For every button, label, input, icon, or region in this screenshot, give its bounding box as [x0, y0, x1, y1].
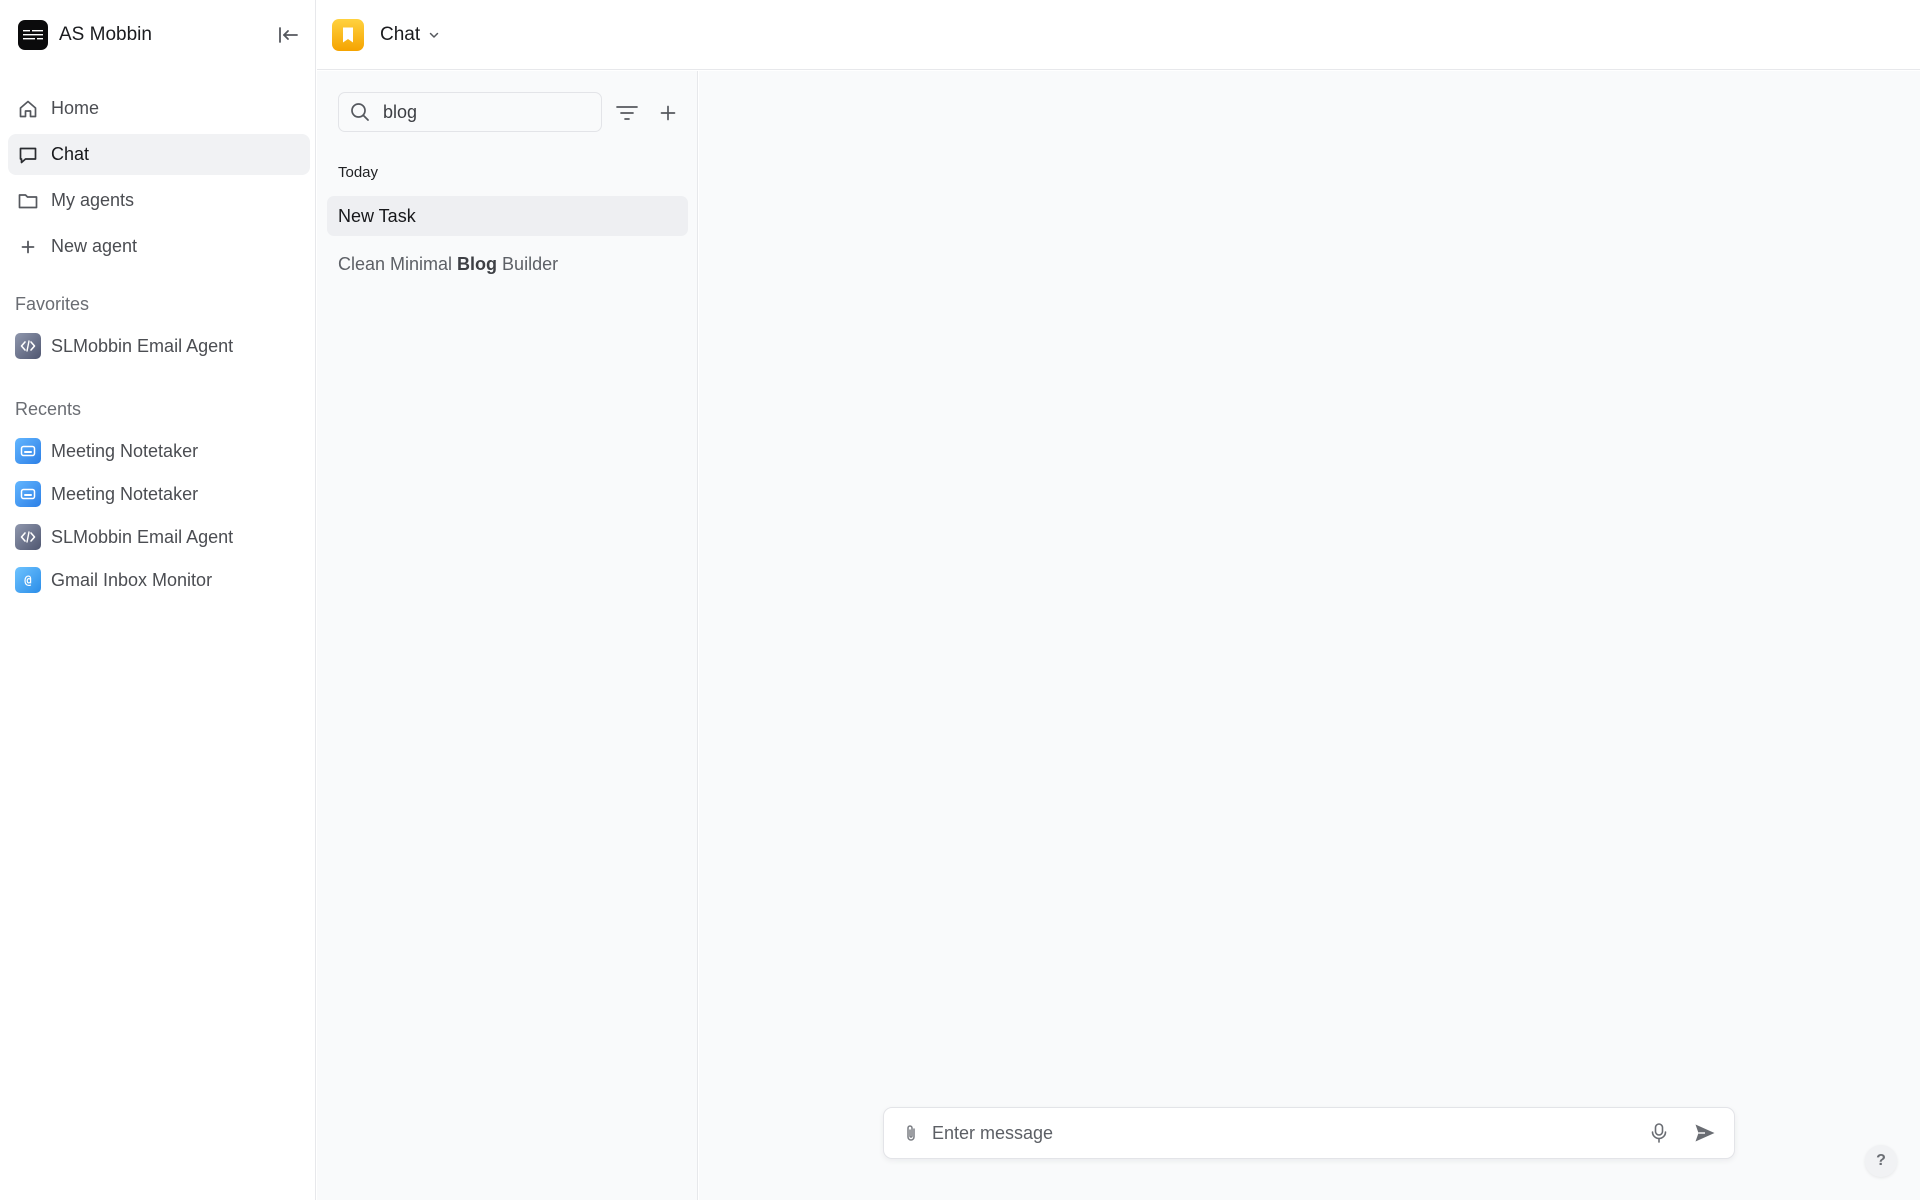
primary-nav: Home Chat My agents New agent [8, 88, 310, 272]
chat-bubble-icon [16, 143, 40, 167]
nav-item-chat[interactable]: Chat [8, 134, 310, 175]
workspace-name: AS Mobbin [59, 24, 152, 45]
nav-item-my-agents[interactable]: My agents [8, 180, 310, 221]
meeting-icon [15, 438, 41, 464]
folder-icon [16, 189, 40, 213]
conversation-group-label: Today [338, 164, 379, 181]
bookmark-icon [332, 18, 364, 51]
favorites-heading: Favorites [15, 294, 90, 314]
nav-item-home[interactable]: Home [8, 88, 310, 129]
code-icon [15, 333, 41, 359]
recent-item[interactable]: Meeting Notetaker [8, 432, 310, 470]
help-icon: ? [1876, 1152, 1886, 1169]
new-conversation-button[interactable] [654, 99, 682, 127]
nav-item-new-agent[interactable]: New agent [8, 226, 310, 267]
favorite-item[interactable]: SLMobbin Email Agent [8, 327, 310, 365]
microphone-icon[interactable] [1644, 1118, 1674, 1148]
search-match-highlight: Blog [457, 253, 498, 274]
conversation-title-prefix: Clean Minimal [338, 253, 458, 274]
favorite-item-label: SLMobbin Email Agent [51, 335, 234, 356]
recents-list: Meeting Notetaker Meeting Notetaker SLMo… [8, 432, 310, 604]
help-button[interactable]: ? [1865, 1145, 1897, 1177]
recent-item-label: Gmail Inbox Monitor [51, 569, 213, 590]
chat-area: ? [699, 71, 1920, 1200]
workspace-logo-mark [23, 30, 43, 40]
recents-heading: Recents [15, 399, 82, 419]
workspace-logo [18, 20, 48, 50]
collapse-sidebar-button[interactable] [274, 21, 302, 49]
sidebar: AS Mobbin Home Chat My agents New agent … [0, 0, 316, 1200]
nav-item-label: Chat [51, 144, 90, 164]
conversation-item[interactable]: New Task [327, 196, 688, 236]
plus-icon [660, 105, 676, 121]
recent-item-label: Meeting Notetaker [51, 440, 199, 461]
chevron-down-icon[interactable] [428, 29, 440, 41]
filter-button[interactable] [613, 99, 641, 127]
conversation-panel: Today New Task Clean Minimal Blog Builde… [317, 71, 698, 1200]
conversation-item[interactable]: Clean Minimal Blog Builder [327, 244, 688, 284]
nav-item-label: My agents [51, 190, 135, 210]
search-icon [349, 101, 371, 123]
home-icon [16, 97, 40, 121]
recent-item-label: SLMobbin Email Agent [51, 526, 234, 547]
plus-icon [16, 235, 40, 259]
top-bar: Chat [317, 0, 1920, 70]
send-icon[interactable] [1690, 1118, 1720, 1148]
conversation-title-suffix: Builder [497, 253, 559, 274]
at-sign-icon: @ [15, 567, 41, 593]
code-icon [15, 524, 41, 550]
message-input[interactable] [930, 1121, 1644, 1145]
page-title[interactable]: Chat [380, 24, 420, 46]
conversation-title: New Task [338, 205, 416, 226]
nav-item-label: New agent [51, 236, 138, 256]
filter-icon [616, 106, 638, 120]
collapse-left-icon [279, 27, 298, 43]
nav-item-label: Home [51, 98, 100, 118]
workspace-header[interactable]: AS Mobbin [18, 20, 302, 50]
favorites-list: SLMobbin Email Agent [8, 327, 310, 370]
recent-item[interactable]: @ Gmail Inbox Monitor [8, 561, 310, 599]
recent-item-label: Meeting Notetaker [51, 483, 199, 504]
recent-item[interactable]: SLMobbin Email Agent [8, 518, 310, 556]
conversation-search[interactable] [338, 92, 602, 132]
paperclip-icon[interactable] [900, 1122, 922, 1144]
search-input[interactable] [381, 100, 591, 124]
meeting-icon [15, 481, 41, 507]
recent-item[interactable]: Meeting Notetaker [8, 475, 310, 513]
message-composer [883, 1107, 1735, 1159]
